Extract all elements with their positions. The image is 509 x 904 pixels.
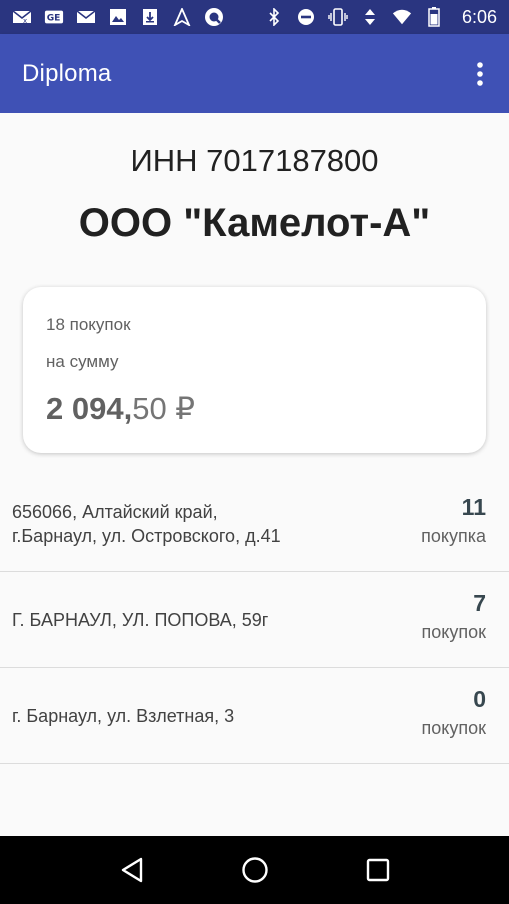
store-address-line2: г.Барнаул, ул. Островского, д.41 — [12, 526, 281, 546]
overflow-menu-button[interactable] — [467, 54, 493, 94]
sum-label: на сумму — [46, 352, 119, 371]
wifi-icon — [392, 8, 412, 26]
nav-arrow-icon — [172, 8, 192, 26]
recents-button[interactable] — [358, 850, 398, 890]
mail-icon — [76, 8, 96, 26]
dnd-icon — [296, 8, 316, 26]
store-row[interactable]: г. Барнаул, ул. Взлетная, 3 0 покупок — [0, 668, 509, 764]
home-button[interactable] — [235, 850, 275, 890]
download-icon — [140, 8, 160, 26]
store-row[interactable]: 656066, Алтайский край, г.Барнаул, ул. О… — [0, 476, 509, 572]
back-icon — [121, 857, 142, 883]
data-arrows-icon — [360, 8, 380, 26]
store-address: 656066, Алтайский край, г.Барнаул, ул. О… — [12, 500, 392, 548]
store-purchase-unit: покупок — [421, 622, 486, 642]
more-vert-icon — [477, 61, 483, 86]
battery-icon — [424, 7, 444, 27]
total-amount: 2 094,50 ₽ — [46, 391, 195, 427]
svg-text:x: x — [23, 17, 27, 25]
status-bar-system: 6:06 — [264, 7, 497, 28]
home-icon — [241, 857, 268, 883]
store-row[interactable]: Г. БАРНАУЛ, УЛ. ПОПОВА, 59г 7 покупок — [0, 572, 509, 668]
store-address-line1: г. Барнаул, ул. Взлетная, 3 — [12, 706, 235, 726]
app-bar: Diploma — [0, 34, 509, 113]
system-nav-bar — [0, 836, 509, 904]
status-bar-notifications: x GE — [12, 8, 224, 26]
back-button[interactable] — [112, 850, 152, 890]
status-bar: x GE 6:06 — [0, 0, 509, 34]
store-purchase-unit: покупка — [421, 526, 486, 546]
store-list: 656066, Алтайский край, г.Барнаул, ул. О… — [0, 476, 509, 764]
amount-integer: 2 094, — [46, 391, 133, 426]
summary-card: 18 покупок на сумму 2 094,50 ₽ — [23, 287, 486, 453]
organization-name: ООО "Камелот-А" — [78, 201, 431, 245]
svg-text:GE: GE — [47, 14, 61, 24]
purchases-count: 18 покупок — [46, 315, 131, 334]
mail-muted-icon: x — [12, 8, 32, 26]
store-address-line1: 656066, Алтайский край, — [12, 502, 218, 522]
main-content: ИНН 7017187800 ООО "Камелот-А" 18 покупо… — [0, 113, 509, 836]
vibrate-icon — [328, 8, 348, 26]
ge-icon: GE — [44, 8, 64, 26]
store-purchase-count: 7 — [473, 590, 486, 616]
store-address: г. Барнаул, ул. Взлетная, 3 — [12, 704, 392, 728]
inn-label: ИНН 7017187800 — [130, 143, 379, 178]
store-address-line1: Г. БАРНАУЛ, УЛ. ПОПОВА, 59г — [12, 610, 269, 630]
app-title: Diploma — [22, 59, 112, 87]
image-icon — [108, 8, 128, 26]
store-purchase-count: 11 — [461, 494, 486, 520]
bluetooth-icon — [264, 8, 284, 26]
status-time: 6:06 — [461, 6, 497, 27]
recents-icon — [366, 858, 389, 882]
store-purchase-unit: покупок — [421, 718, 486, 738]
store-address: Г. БАРНАУЛ, УЛ. ПОПОВА, 59г — [12, 608, 392, 632]
amount-fraction: 50 ₽ — [132, 391, 196, 426]
q-icon — [204, 8, 224, 26]
store-purchase-count: 0 — [473, 686, 486, 712]
